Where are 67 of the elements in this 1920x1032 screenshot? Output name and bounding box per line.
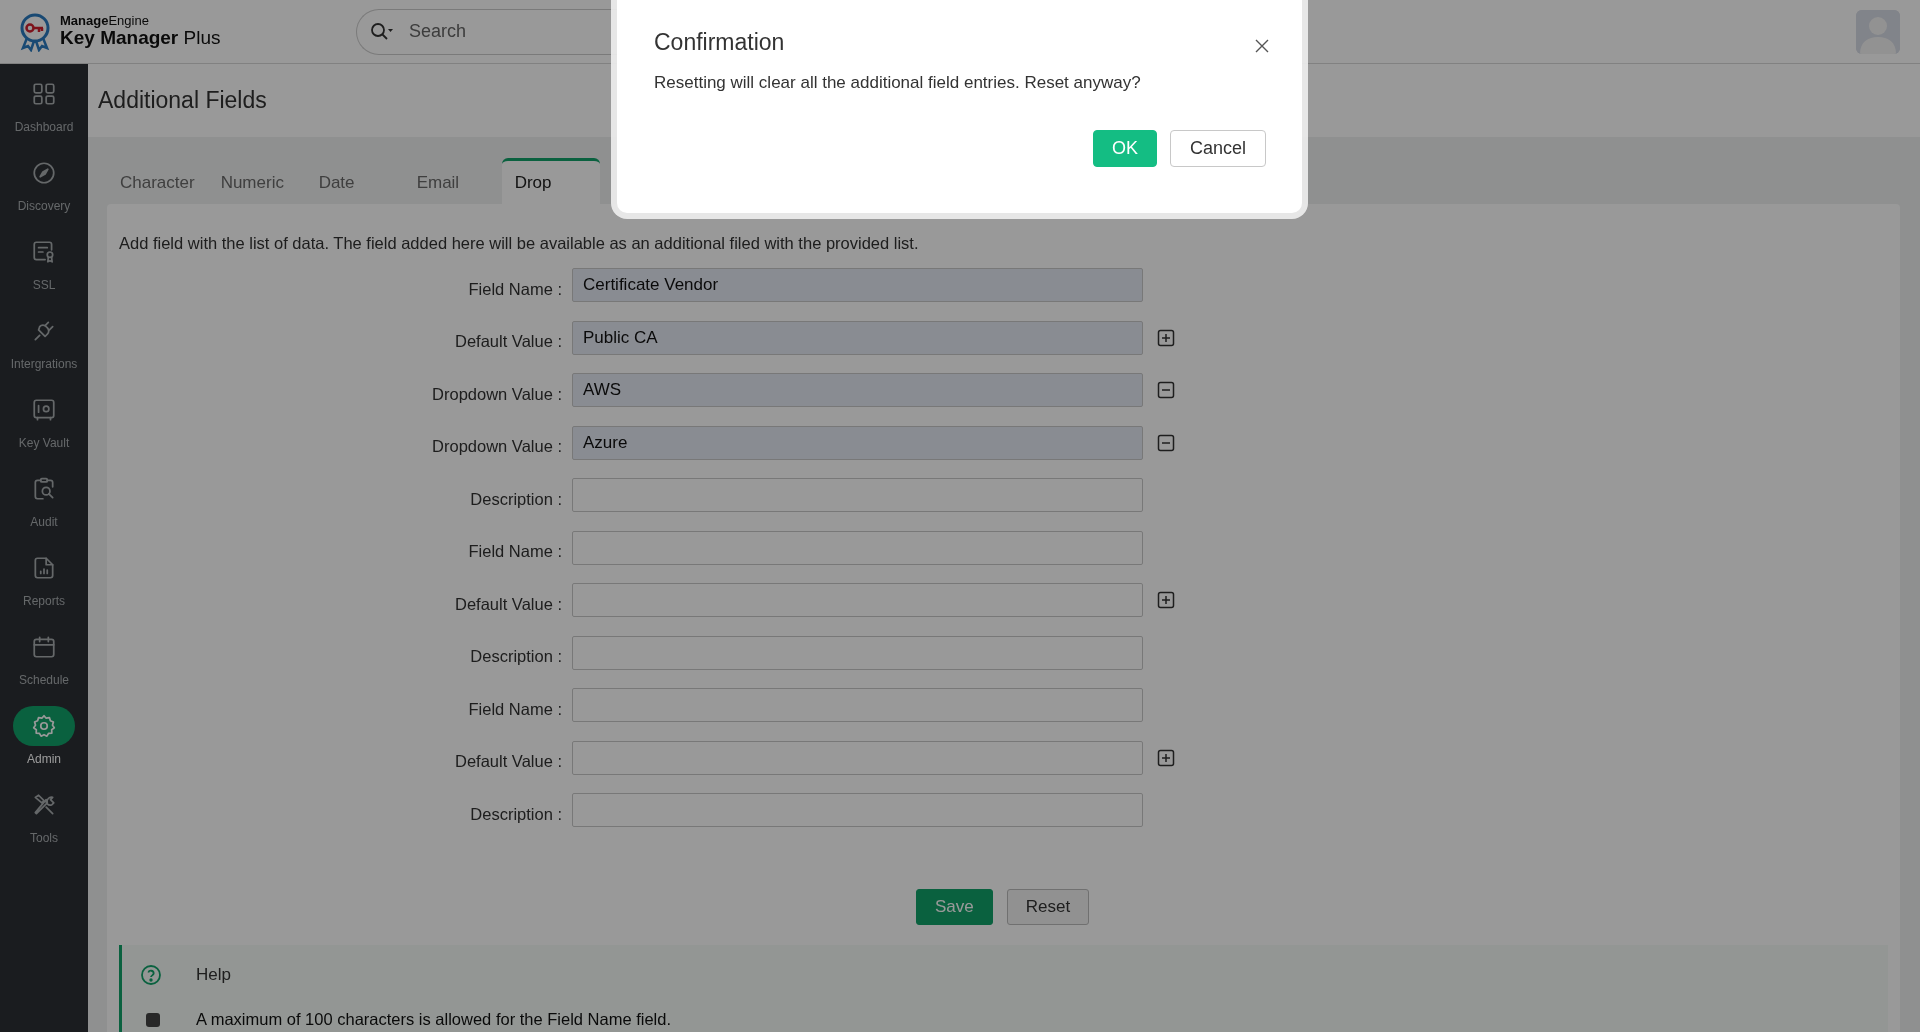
input-field[interactable]: [572, 635, 1143, 670]
help-title: Help: [196, 965, 232, 985]
gear-icon: [31, 713, 57, 739]
dashboard-grid-icon: [31, 81, 57, 107]
input-field[interactable]: Public CA: [572, 320, 1143, 355]
sidebar-item[interactable]: Discovery: [0, 153, 88, 213]
input-field[interactable]: [572, 583, 1143, 617]
sidebar-item[interactable]: Dashboard: [0, 74, 88, 134]
compass-icon: [31, 160, 57, 186]
field-label: Dropdown Value :: [431, 436, 562, 456]
report-chart-icon: [31, 555, 57, 581]
close-icon[interactable]: [1254, 37, 1270, 54]
save-button[interactable]: Save: [916, 889, 993, 925]
remove-icon[interactable]: [1157, 381, 1175, 399]
field-label: Description :: [469, 646, 562, 666]
brand-company: ManageEngine: [60, 13, 150, 29]
sidebar-item[interactable]: Intergrations: [0, 311, 88, 371]
field-label: Default Value :: [454, 751, 562, 771]
help-icon: [140, 964, 162, 986]
help-text: A maximum of 100 characters is allowed for the Field Name field.: [196, 1010, 673, 1029]
field-label: Description :: [469, 488, 562, 509]
field-label: Field Name :: [467, 698, 562, 719]
add-icon[interactable]: [1157, 328, 1175, 347]
bullet-icon: [146, 1012, 160, 1027]
input-field[interactable]: Azure: [572, 425, 1143, 460]
reset-button[interactable]: Reset: [1006, 889, 1090, 925]
ok-button[interactable]: OK: [1092, 130, 1157, 167]
input-field[interactable]: [572, 793, 1143, 827]
cancel-button[interactable]: Cancel: [1169, 130, 1266, 167]
sidebar-item[interactable]: Key Vault: [0, 390, 88, 450]
add-icon[interactable]: [1157, 591, 1175, 609]
remove-icon[interactable]: [1157, 433, 1175, 452]
field-label: Field Name :: [467, 541, 562, 561]
sidebar-item[interactable]: Reports: [0, 548, 88, 608]
avatar-icon[interactable]: [1856, 10, 1900, 54]
tab[interactable]: Date: [305, 158, 404, 204]
field-label: Default Value :: [454, 331, 562, 351]
description-text: Add field with the list of data. The field added here will be available as an additional filed with the provided list.: [119, 234, 920, 253]
clipboard-search-icon: [31, 476, 57, 502]
input-field[interactable]: Certificate Vendor: [572, 268, 1143, 302]
input-field[interactable]: [572, 740, 1143, 775]
logo-icon: [18, 11, 52, 52]
field-label: Description :: [469, 803, 562, 824]
page-title: Additional Fields: [98, 87, 267, 114]
field-label: Default Value :: [454, 593, 562, 614]
input-field[interactable]: [572, 478, 1143, 512]
tab[interactable]: Email: [403, 158, 502, 204]
sidebar-item[interactable]: Admin: [0, 706, 88, 766]
field-label: Field Name :: [467, 278, 562, 299]
field-label: Dropdown Value :: [431, 383, 562, 404]
tools-icon: [31, 792, 57, 818]
sidebar-item[interactable]: Tools: [0, 785, 88, 845]
dialog-message: Resetting will clear all the additional field entries. Reset anyway?: [654, 73, 1142, 93]
calendar-icon: [31, 634, 57, 660]
input-field[interactable]: [572, 530, 1143, 565]
input-field[interactable]: [572, 688, 1143, 722]
tab[interactable]: Character: [107, 158, 208, 204]
sidebar-item[interactable]: Schedule: [0, 627, 88, 687]
sidebar-item[interactable]: Audit: [0, 469, 88, 529]
search-icon: [370, 21, 394, 42]
tab[interactable]: Drop: [501, 158, 600, 204]
sidebar-item[interactable]: SSL: [0, 232, 88, 292]
input-field[interactable]: AWS: [572, 373, 1143, 407]
product-name: Key Manager Plus: [60, 28, 221, 50]
add-icon[interactable]: [1157, 748, 1175, 767]
tab[interactable]: Numeric: [207, 158, 306, 204]
safe-icon: [31, 397, 57, 423]
